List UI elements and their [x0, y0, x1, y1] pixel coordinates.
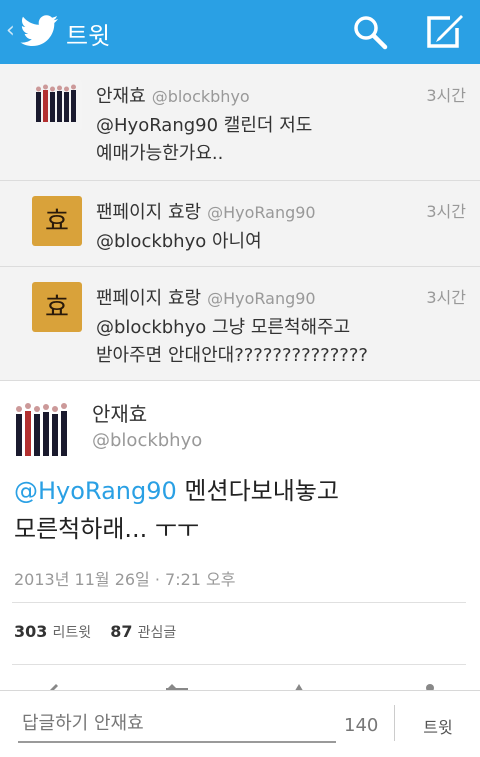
author-handle: @HyoRang90 — [207, 289, 316, 308]
reply-text-line: @blockbhyo 그냥 모른척해주고 — [96, 317, 351, 338]
reply-time: 3시간 — [426, 202, 466, 221]
reply-time: 3시간 — [426, 288, 466, 307]
tweet-text-line: 모른척하래... ㅜㅜ — [14, 515, 200, 543]
reply-author: 팬페이지 효랑 @HyoRang90 — [96, 284, 316, 310]
divider — [12, 602, 466, 603]
retweet-count[interactable]: 303 — [14, 622, 47, 641]
svg-text:효: 효 — [45, 293, 69, 323]
reply-input[interactable] — [18, 705, 336, 743]
mention-link[interactable]: @HyoRang90 — [14, 477, 177, 505]
avatar[interactable]: 효 — [32, 196, 82, 246]
search-icon[interactable] — [352, 14, 388, 50]
twitter-bird-icon[interactable] — [20, 14, 60, 48]
reply-text: @blockbhyo 아니여 — [96, 228, 446, 256]
char-count: 140 — [344, 715, 379, 736]
reply-composer: 140 트윗 — [0, 690, 480, 757]
author-handle: @HyoRang90 — [207, 203, 316, 222]
thread-reply[interactable]: 안재효 @blockbhyo 3시간 @HyoRang90 캘린더 저도 예매가능… — [0, 64, 480, 181]
reply-time: 3시간 — [426, 86, 466, 105]
author-handle: @blockbhyo — [151, 87, 250, 106]
reply-author: 팬페이지 효랑 @HyoRang90 — [96, 198, 316, 224]
conversation-thread: 안재효 @blockbhyo 3시간 @HyoRang90 캘린더 저도 예매가능… — [0, 64, 480, 381]
author-handle[interactable]: @blockbhyo — [92, 430, 202, 451]
avatar[interactable] — [32, 80, 82, 130]
reply-text-line: 예매가능한가요.. — [96, 143, 224, 164]
reply-text-line: @blockbhyo 아니여 — [96, 231, 262, 252]
thread-reply[interactable]: 효 팬페이지 효랑 @HyoRang90 3시간 @blockbhyo 아니여 — [0, 180, 480, 267]
tweet-button[interactable]: 트윗 — [406, 713, 470, 739]
retweet-label[interactable]: 리트윗 — [53, 625, 92, 641]
top-app-bar: ‹ 트윗 — [0, 0, 480, 64]
divider — [394, 705, 395, 741]
thread-reply[interactable]: 효 팬페이지 효랑 @HyoRang90 3시간 @blockbhyo 그냥 모른… — [0, 266, 480, 381]
svg-text:효: 효 — [45, 207, 69, 237]
author-name: 안재효 — [92, 402, 148, 426]
reply-text: @blockbhyo 그냥 모른척해주고 받아주면 안대안대??????????… — [96, 314, 446, 370]
tweet-timestamp: 2013년 11월 26일 · 7:21 오후 — [14, 570, 236, 589]
author-name: 안재효 — [96, 86, 146, 107]
avatar[interactable]: 효 — [32, 282, 82, 332]
author-name: 팬페이지 효랑 — [96, 202, 202, 223]
avatar[interactable] — [12, 396, 76, 460]
tweet-text: @HyoRang90 멘션다보내놓고 모른척하래... ㅜㅜ — [14, 472, 466, 548]
favorite-count[interactable]: 87 — [110, 622, 132, 641]
reply-text: @HyoRang90 캘린더 저도 예매가능한가요.. — [96, 112, 446, 168]
tweet-text-part: 멘션다보내놓고 — [176, 477, 339, 505]
reply-text-line: @HyoRang90 캘린더 저도 — [96, 115, 313, 136]
back-chevron-icon[interactable]: ‹ — [6, 18, 15, 43]
divider — [12, 664, 466, 665]
author-name: 팬페이지 효랑 — [96, 288, 202, 309]
page-title: 트윗 — [66, 22, 111, 50]
reply-text-line: 받아주면 안대안대?????????????? — [96, 345, 368, 366]
reply-author: 안재효 @blockbhyo — [96, 82, 250, 108]
tweet-stats: 303 리트윗 87 관심글 — [14, 622, 190, 642]
compose-icon[interactable] — [424, 12, 464, 50]
favorite-label[interactable]: 관심글 — [138, 625, 177, 641]
